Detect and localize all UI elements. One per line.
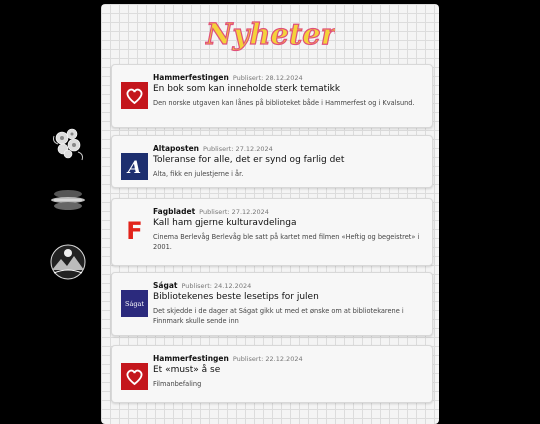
article-excerpt: Filmanbefaling — [153, 380, 202, 388]
a-logo: A — [121, 153, 148, 180]
article-date: Publisert: 24.12.2024 — [181, 282, 252, 290]
heart-logo — [121, 82, 148, 109]
article-meta: Altaposten Publisert: 27.12.2024 — [153, 144, 273, 153]
news-card[interactable]: Hammerfestingen Publisert: 22.12.2024 Et «… — [111, 345, 433, 403]
article-title[interactable]: Kall ham gjerne kulturavdelinga — [153, 218, 296, 228]
article-meta: Hammerfestingen Publisert: 22.12.2024 — [153, 354, 303, 363]
article-source[interactable]: Hammerfestingen — [153, 73, 229, 82]
mountain-scene-icon — [48, 242, 88, 282]
article-date: Publisert: 28.12.2024 — [232, 74, 303, 82]
article-meta: Ságat Publisert: 24.12.2024 — [153, 281, 251, 290]
article-excerpt: Den norske utgaven kan lånes på bibliote… — [153, 99, 415, 107]
article-title[interactable]: En bok som kan inneholde sterk tematikk — [153, 84, 340, 94]
article-date: Publisert: 22.12.2024 — [232, 355, 303, 363]
news-panel: Nyheter Hammerfestingen Publisert: 28.12.… — [101, 4, 439, 424]
article-source[interactable]: Ságat — [153, 281, 177, 290]
article-excerpt: Cinema Berlevåg Berlevåg ble satt på kar… — [153, 233, 420, 251]
flower-bouquet-icon — [48, 124, 88, 164]
svg-text:Nyheter: Nyheter — [205, 17, 335, 51]
news-card[interactable]: A Altaposten Publisert: 27.12.2024 Tolerans… — [111, 135, 433, 188]
article-source[interactable]: Hammerfestingen — [153, 354, 229, 363]
news-card[interactable]: Hammerfestingen Publisert: 28.12.2024 En b… — [111, 64, 433, 128]
article-title[interactable]: Et «must» å se — [153, 365, 220, 375]
landscape-icon — [48, 180, 88, 220]
article-date: Publisert: 27.12.2024 — [203, 145, 273, 153]
f-logo: F — [121, 216, 148, 243]
article-excerpt: Det skjedde i de dager at Ságat gikk ut … — [153, 307, 404, 325]
sagat-logo: Ságat — [121, 290, 148, 317]
article-meta: Hammerfestingen Publisert: 28.12.2024 — [153, 73, 303, 82]
article-source[interactable]: Fagbladet — [153, 207, 195, 216]
article-source[interactable]: Altaposten — [153, 144, 199, 153]
heart-logo — [121, 363, 148, 390]
news-card[interactable]: F Fagbladet Publisert: 27.12.2024 Kall ham … — [111, 198, 433, 266]
article-title[interactable]: Bibliotekenes beste lesetips for julen — [153, 292, 319, 302]
svg-text:F: F — [126, 217, 142, 243]
news-card[interactable]: Ságat Ságat Publisert: 24.12.2024 Bibliotek… — [111, 272, 433, 336]
site-logo: Nyheter — [101, 14, 439, 54]
article-title[interactable]: Toleranse for alle, det er synd og farli… — [153, 155, 344, 165]
article-meta: Fagbladet Publisert: 27.12.2024 — [153, 207, 269, 216]
svg-text:A: A — [126, 158, 141, 178]
article-date: Publisert: 27.12.2024 — [199, 208, 269, 216]
svg-text:Ságat: Ságat — [125, 300, 144, 308]
article-excerpt: Alta, fikk en julestjerne i år. — [153, 170, 244, 178]
